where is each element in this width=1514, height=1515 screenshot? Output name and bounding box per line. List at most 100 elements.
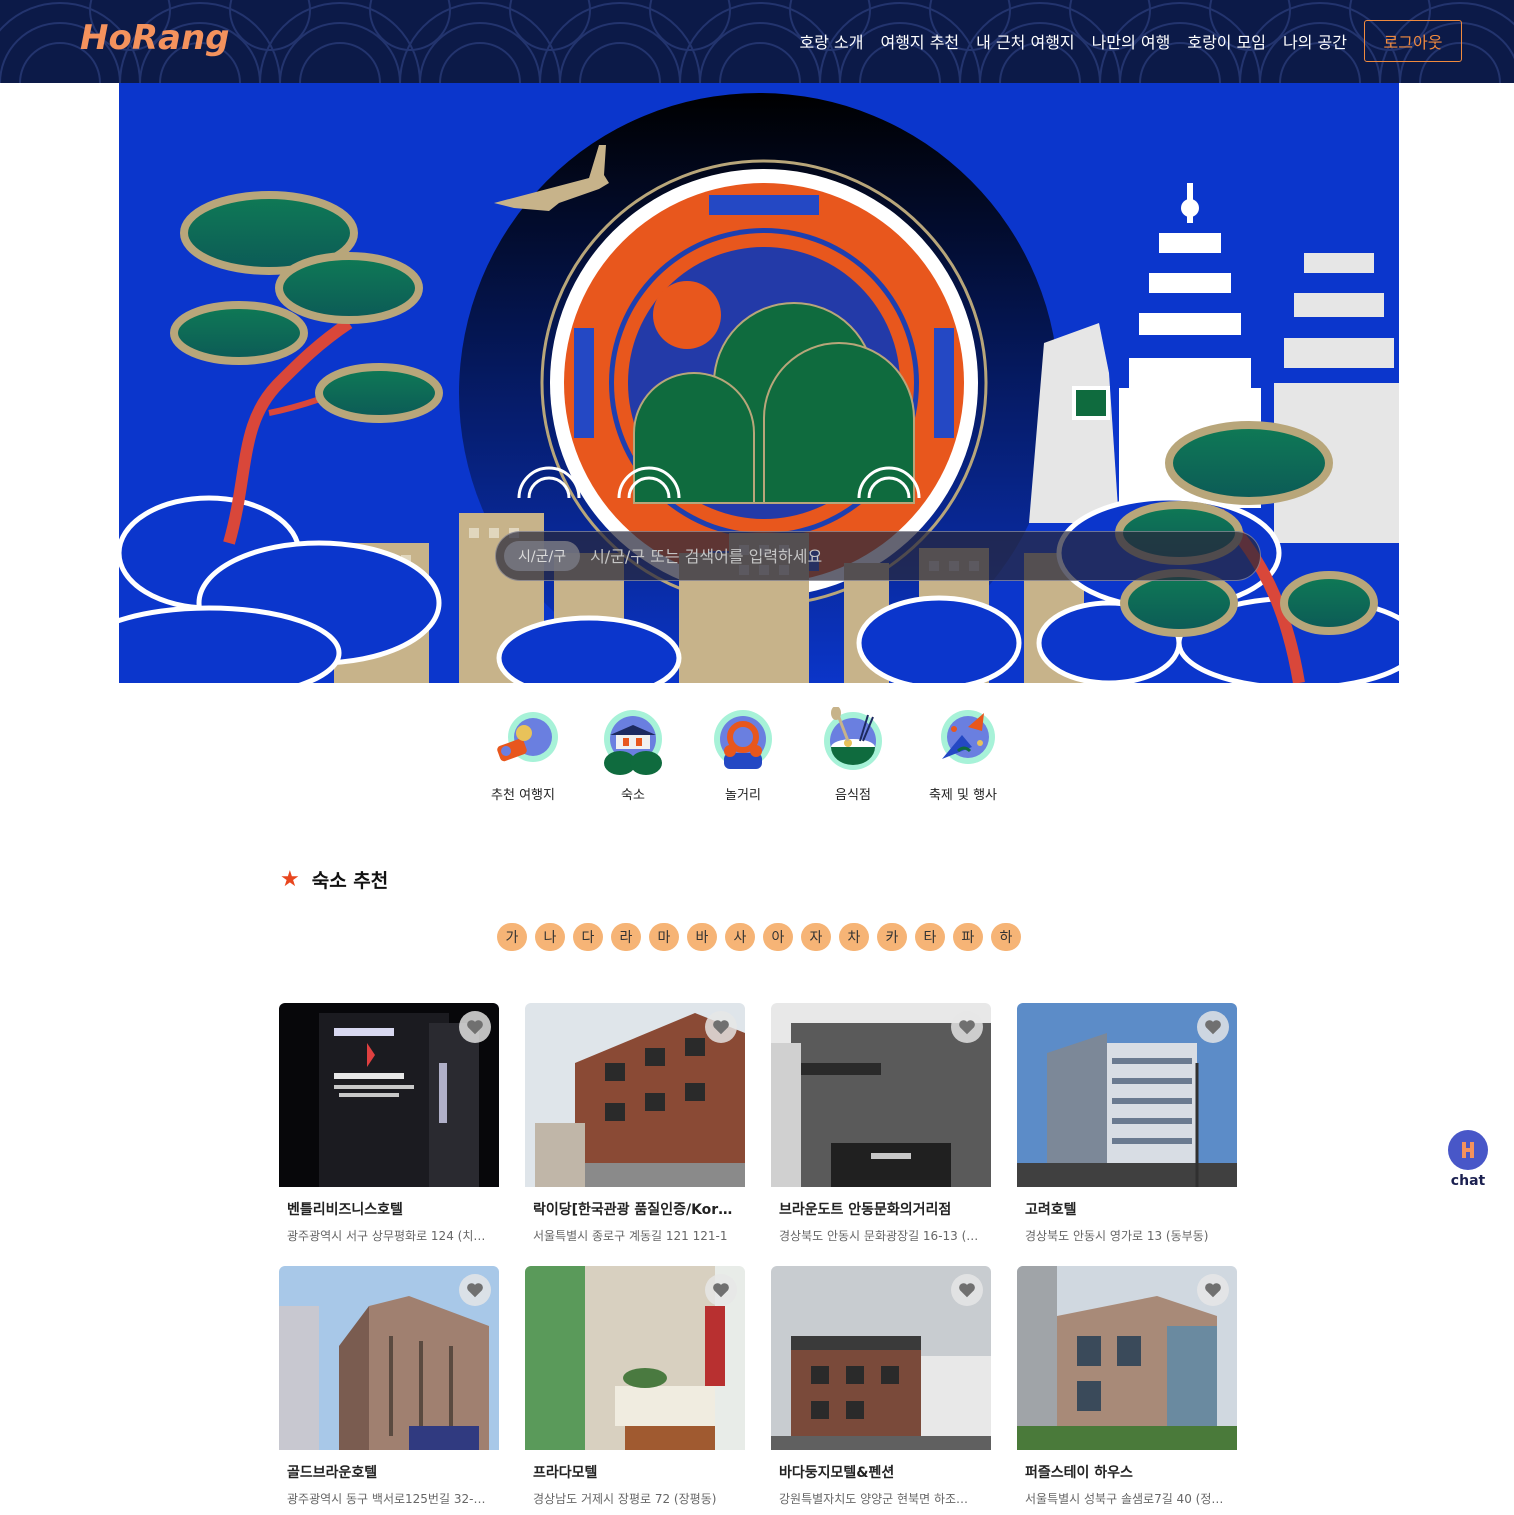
filter-chip[interactable]: 차 <box>839 923 869 951</box>
chat-button[interactable]: chat <box>1448 1130 1488 1189</box>
star-icon: ★ <box>280 867 300 892</box>
lodging-address: 강원특별자치도 양양군 현북면 하조대해안길 <box>779 1492 979 1506</box>
filter-chip[interactable]: 바 <box>687 923 717 951</box>
filter-chip[interactable]: 마 <box>649 923 679 951</box>
lodging-card[interactable]: 락이당[한국관광 품질인증/Korea Quality] 서울특별시 종로구 계… <box>525 1003 745 1244</box>
category-label: 추천 여행지 <box>491 788 555 803</box>
lodging-name: 락이당[한국관광 품질인증/Korea Quality] <box>533 1202 739 1218</box>
lodging-photo <box>279 1266 499 1450</box>
lodging-name: 바다둥지모텔&펜션 <box>779 1465 895 1481</box>
lodging-name: 고려호텔 <box>1025 1202 1077 1218</box>
lodging-photo <box>525 1003 745 1187</box>
favorite-button[interactable] <box>459 1011 491 1043</box>
lodging-name: 퍼즐스테이 하우스 <box>1025 1465 1133 1481</box>
filter-chip[interactable]: 나 <box>535 923 565 951</box>
filter-chip[interactable]: 사 <box>725 923 755 951</box>
section-title: ★ 숙소 추천 <box>280 866 388 893</box>
category-label: 놀거리 <box>725 788 761 803</box>
nav-item-about[interactable]: 호랑 소개 <box>800 29 864 53</box>
lodging-card[interactable]: 벤틀리비즈니스호텔 광주광역시 서구 상무평화로 124 (치평동) <box>279 1003 499 1244</box>
heart-icon <box>1205 1283 1221 1298</box>
bibimbap-icon <box>824 707 882 770</box>
lodging-card[interactable]: 골드브라운호텔 광주광역시 동구 백서로125번길 32-7 (학동) <box>279 1266 499 1507</box>
lodging-photo <box>279 1003 499 1187</box>
search-bar: 시/군/구 <box>495 531 1261 581</box>
lodging-photo <box>771 1266 991 1450</box>
lodging-card[interactable]: 고려호텔 경상북도 안동시 영가로 13 (동부동) <box>1017 1003 1237 1244</box>
favorite-button[interactable] <box>459 1274 491 1306</box>
lodging-card[interactable]: 프라다모텔 경상남도 거제시 장평로 72 (장평동) <box>525 1266 745 1507</box>
nav-item-my-space[interactable]: 나의 공간 <box>1283 29 1347 53</box>
heart-icon <box>713 1020 729 1035</box>
nav-item-my-trip[interactable]: 나만의 여행 <box>1092 29 1171 53</box>
lodging-address: 광주광역시 동구 백서로125번길 32-7 (학동) <box>287 1492 487 1506</box>
lodging-name: 프라다모텔 <box>533 1465 598 1481</box>
hero-illustration <box>119 93 1399 683</box>
heart-icon <box>959 1020 975 1035</box>
category-label: 숙소 <box>621 788 645 803</box>
initial-filter-bar: 가 나 다 라 마 바 사 아 자 차 카 타 파 하 <box>497 923 1029 951</box>
lodging-card[interactable]: 퍼즐스테이 하우스 서울특별시 성북구 솔샘로7길 40 (정릉동) <box>1017 1266 1237 1507</box>
horang-logo[interactable]: HoRang <box>80 18 229 58</box>
filter-chip[interactable]: 하 <box>991 923 1021 951</box>
section-title-text: 숙소 추천 <box>311 870 389 892</box>
favorite-button[interactable] <box>705 1274 737 1306</box>
hanok-icon <box>604 710 662 775</box>
logout-button[interactable]: 로그아웃 <box>1364 20 1462 62</box>
region-select-chip[interactable]: 시/군/구 <box>504 541 581 571</box>
filter-chip[interactable]: 가 <box>497 923 527 951</box>
chat-icon <box>1448 1130 1488 1170</box>
map-pin-icon <box>497 712 558 762</box>
lodging-photo <box>1017 1266 1237 1450</box>
filter-chip[interactable]: 자 <box>801 923 831 951</box>
lodging-name: 브라운도트 안동문화의거리점 <box>779 1202 952 1218</box>
lodging-photo <box>525 1266 745 1450</box>
heart-icon <box>1205 1020 1221 1035</box>
filter-chip[interactable]: 라 <box>611 923 641 951</box>
heart-icon <box>713 1283 729 1298</box>
favorite-button[interactable] <box>951 1011 983 1043</box>
hero-banner: 시/군/구 <box>119 83 1399 683</box>
lodging-card[interactable]: 바다둥지모텔&펜션 강원특별자치도 양양군 현북면 하조대해안길 <box>771 1266 991 1507</box>
category-restaurants[interactable]: 음식점 <box>798 707 908 803</box>
favorite-button[interactable] <box>1197 1274 1229 1306</box>
category-label: 축제 및 행사 <box>928 788 998 803</box>
lodging-address: 광주광역시 서구 상무평화로 124 (치평동) <box>287 1229 487 1243</box>
lodging-address: 서울특별시 종로구 계동길 121 121-1 <box>533 1229 728 1243</box>
search-input[interactable] <box>590 546 1260 566</box>
heart-icon <box>959 1283 975 1298</box>
lodging-address: 경상남도 거제시 장평로 72 (장평동) <box>533 1492 717 1506</box>
category-label: 음식점 <box>835 788 871 803</box>
category-festivals[interactable]: 축제 및 행사 <box>908 707 1018 803</box>
lodging-name: 골드브라운호텔 <box>287 1465 378 1481</box>
nav-item-recommend[interactable]: 여행지 추천 <box>880 29 959 53</box>
lodging-address: 서울특별시 성북구 솔샘로7길 40 (정릉동) <box>1025 1492 1225 1506</box>
lodging-address: 경상북도 안동시 영가로 13 (동부동) <box>1025 1229 1209 1243</box>
nav-item-nearby[interactable]: 내 근처 여행지 <box>976 29 1075 53</box>
filter-chip[interactable]: 타 <box>915 923 945 951</box>
lodging-grid: 벤틀리비즈니스호텔 광주광역시 서구 상무평화로 124 (치평동) 락이당[한… <box>279 1003 1237 1507</box>
favorite-button[interactable] <box>705 1011 737 1043</box>
chat-label: chat <box>1450 1173 1486 1189</box>
nav-item-meetup[interactable]: 호랑이 모임 <box>1187 29 1266 53</box>
category-activities[interactable]: 놀거리 <box>688 707 798 803</box>
category-menu: 추천 여행지 숙소 놀거리 음식점 축제 및 행사 <box>468 707 1018 803</box>
lodging-photo <box>771 1003 991 1187</box>
filter-chip[interactable]: 아 <box>763 923 793 951</box>
lodging-photo <box>1017 1003 1237 1187</box>
filter-chip[interactable]: 파 <box>953 923 983 951</box>
filter-chip[interactable]: 카 <box>877 923 907 951</box>
favorite-button[interactable] <box>1197 1011 1229 1043</box>
lodging-name: 벤틀리비즈니스호텔 <box>287 1202 403 1218</box>
favorite-button[interactable] <box>951 1274 983 1306</box>
main-nav: 호랑 소개 여행지 추천 내 근처 여행지 나만의 여행 호랑이 모임 나의 공… <box>783 20 1462 62</box>
heart-icon <box>467 1283 483 1298</box>
lodging-card[interactable]: 브라운도트 안동문화의거리점 경상북도 안동시 문화광장길 16-13 (남문동… <box>771 1003 991 1244</box>
category-recommended[interactable]: 추천 여행지 <box>468 707 578 803</box>
float-ring-icon <box>714 710 772 769</box>
category-lodging[interactable]: 숙소 <box>578 707 688 803</box>
top-navigation-bar: HoRang 호랑 소개 여행지 추천 내 근처 여행지 나만의 여행 호랑이 … <box>0 0 1514 83</box>
filter-chip[interactable]: 다 <box>573 923 603 951</box>
party-popper-icon <box>941 710 995 764</box>
lodging-address: 경상북도 안동시 문화광장길 16-13 (남문동) <box>779 1229 979 1243</box>
